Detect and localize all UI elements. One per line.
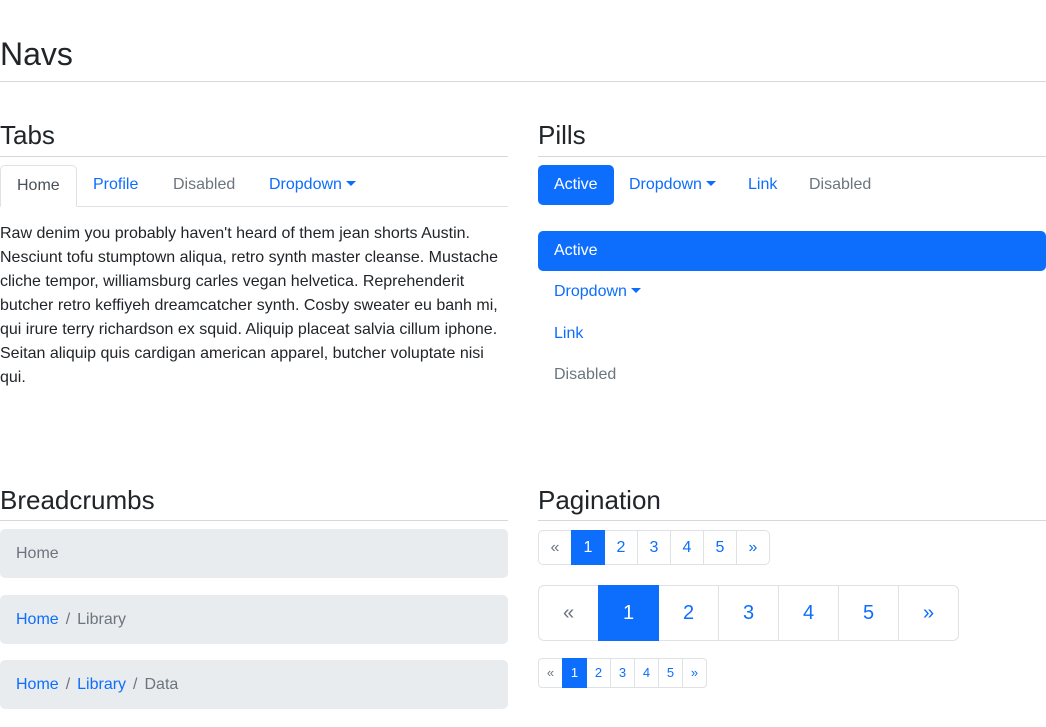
pagination-heading: Pagination [538,485,661,515]
pagination-next-button[interactable]: » [736,530,770,565]
breadcrumb-item-library[interactable]: Library [77,676,126,693]
page-title: Navs [0,36,73,72]
pagination-page-1[interactable]: 1 [598,585,659,641]
tab-content-text: Raw denim you probably haven't heard of … [0,225,499,386]
tab-dropdown-label: Dropdown [269,176,342,193]
pagination-page-5[interactable]: 5 [658,658,683,688]
pagination-default: « 1 2 3 4 5 » [538,530,770,565]
tab-profile[interactable]: Profile [77,165,154,207]
vertical-pill-disabled: Disabled [554,366,617,383]
pagination-page-5[interactable]: 5 [838,585,899,641]
breadcrumbs-heading-divider [0,520,508,521]
breadcrumb-3: Home / Library / Data [0,660,508,709]
pagination-page-3[interactable]: 3 [637,530,671,565]
vertical-pill-link[interactable]: Link [538,314,1046,354]
tab-disabled: Disabled [173,176,236,193]
pagination-page-4[interactable]: 4 [670,530,704,565]
pagination-page-3[interactable]: 3 [718,585,779,641]
caret-down-icon [705,181,716,186]
breadcrumb-item-home[interactable]: Home [16,611,59,628]
breadcrumb-separator: / [65,611,71,628]
pagination-page-2[interactable]: 2 [658,585,719,641]
pagination-prev-button: « [538,530,572,565]
caret-down-icon [630,288,641,293]
tabs-heading-divider [0,156,508,157]
pagination-page-2[interactable]: 2 [586,658,611,688]
pill-dropdown-label: Dropdown [629,176,702,193]
pagination-page-3[interactable]: 3 [610,658,635,688]
breadcrumb-item-home: Home [16,545,59,562]
pagination-prev-button: « [538,585,599,641]
tabs-heading: Tabs [0,120,55,150]
pagination-small: « 1 2 3 4 5 » [538,658,707,688]
breadcrumb-separator: / [65,676,71,693]
vertical-pill-dropdown[interactable]: Dropdown [538,272,1046,312]
pagination-large: « 1 2 3 4 5 » [538,585,959,641]
breadcrumbs-heading: Breadcrumbs [0,485,155,515]
breadcrumb-item-library: Library [77,611,127,628]
breadcrumb-separator: / [133,676,138,693]
breadcrumb-2: Home / Library [0,595,508,644]
pagination-page-4[interactable]: 4 [634,658,659,688]
title-divider [0,81,1046,82]
breadcrumb-1: Home [0,529,508,578]
caret-down-icon [345,181,356,186]
pagination-page-2[interactable]: 2 [604,530,638,565]
pill-link[interactable]: Link [732,165,793,205]
tab-dropdown[interactable]: Dropdown [253,165,372,207]
pagination-page-1[interactable]: 1 [571,530,605,565]
tab-home[interactable]: Home [0,165,77,207]
pills-heading: Pills [538,120,586,150]
pills-heading-divider [538,156,1046,157]
pagination-heading-divider [538,520,1046,521]
pagination-page-5[interactable]: 5 [703,530,737,565]
pagination-prev-button: « [538,658,563,688]
pill-disabled: Disabled [809,176,872,193]
tabs-nav: Home Profile Disabled Dropdown [0,165,508,207]
pagination-page-1[interactable]: 1 [562,658,587,688]
vertical-pill-active[interactable]: Active [538,231,1046,271]
vertical-pill-dropdown-label: Dropdown [554,283,627,300]
pill-dropdown[interactable]: Dropdown [613,165,732,205]
breadcrumb-item-home[interactable]: Home [16,676,59,693]
breadcrumb-item-data: Data [144,676,179,693]
pagination-next-button[interactable]: » [682,658,707,688]
pagination-page-4[interactable]: 4 [778,585,839,641]
pill-active[interactable]: Active [538,165,614,205]
pagination-next-button[interactable]: » [898,585,959,641]
